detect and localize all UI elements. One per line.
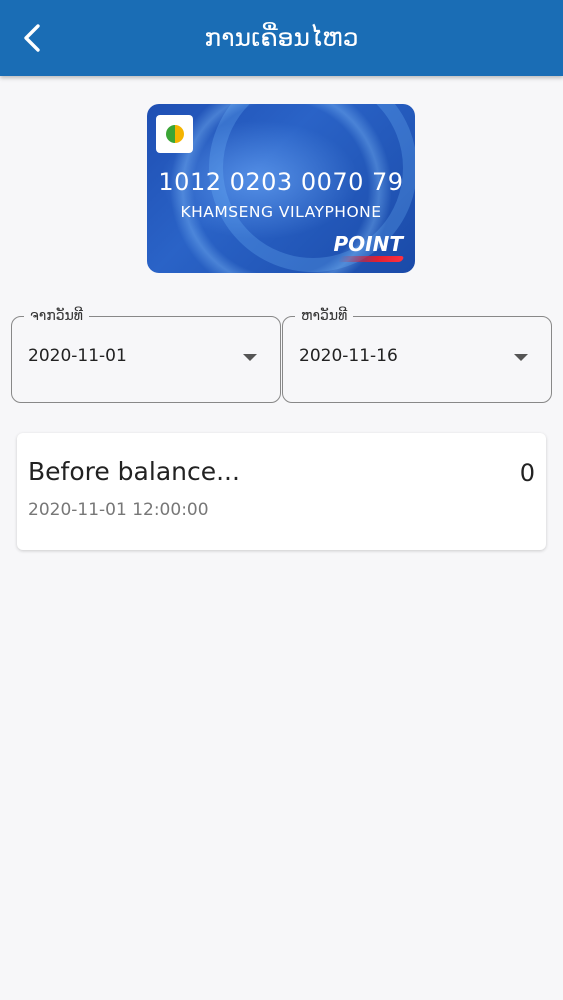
transaction-amount: 0 bbox=[519, 459, 535, 487]
transaction-datetime: 2020-11-01 12:00:00 bbox=[28, 500, 209, 520]
transaction-item[interactable]: Before balance... 0 2020-11-01 12:00:00 bbox=[17, 433, 546, 550]
loyalty-card: 1012 0203 0070 79 KHAMSENG VILAYPHONE PO… bbox=[147, 104, 415, 273]
page-title: ການເຄື່ອນໄຫວ bbox=[204, 23, 359, 52]
dropdown-arrow-icon bbox=[514, 354, 528, 361]
logo-mark-icon bbox=[165, 125, 184, 143]
from-date-select[interactable]: ຈາກວັນທີ 2020-11-01 bbox=[11, 306, 281, 403]
transaction-title: Before balance... bbox=[28, 457, 240, 486]
card-logo-icon bbox=[156, 115, 193, 153]
to-date-select[interactable]: ຫາວັນທີ 2020-11-16 bbox=[282, 306, 552, 403]
app-bar: ການເຄື່ອນໄຫວ bbox=[0, 0, 563, 76]
from-date-value: 2020-11-01 bbox=[28, 346, 127, 366]
to-date-label: ຫາວັນທີ bbox=[295, 306, 354, 326]
to-date-value: 2020-11-16 bbox=[299, 346, 398, 366]
card-brand: POINT bbox=[333, 232, 403, 256]
card-number: 1012 0203 0070 79 bbox=[158, 168, 404, 196]
dropdown-arrow-icon bbox=[243, 354, 257, 361]
from-date-label: ຈາກວັນທີ bbox=[24, 306, 89, 326]
card-holder-name: KHAMSENG VILAYPHONE bbox=[180, 203, 382, 221]
brand-swoosh-icon bbox=[337, 256, 405, 262]
